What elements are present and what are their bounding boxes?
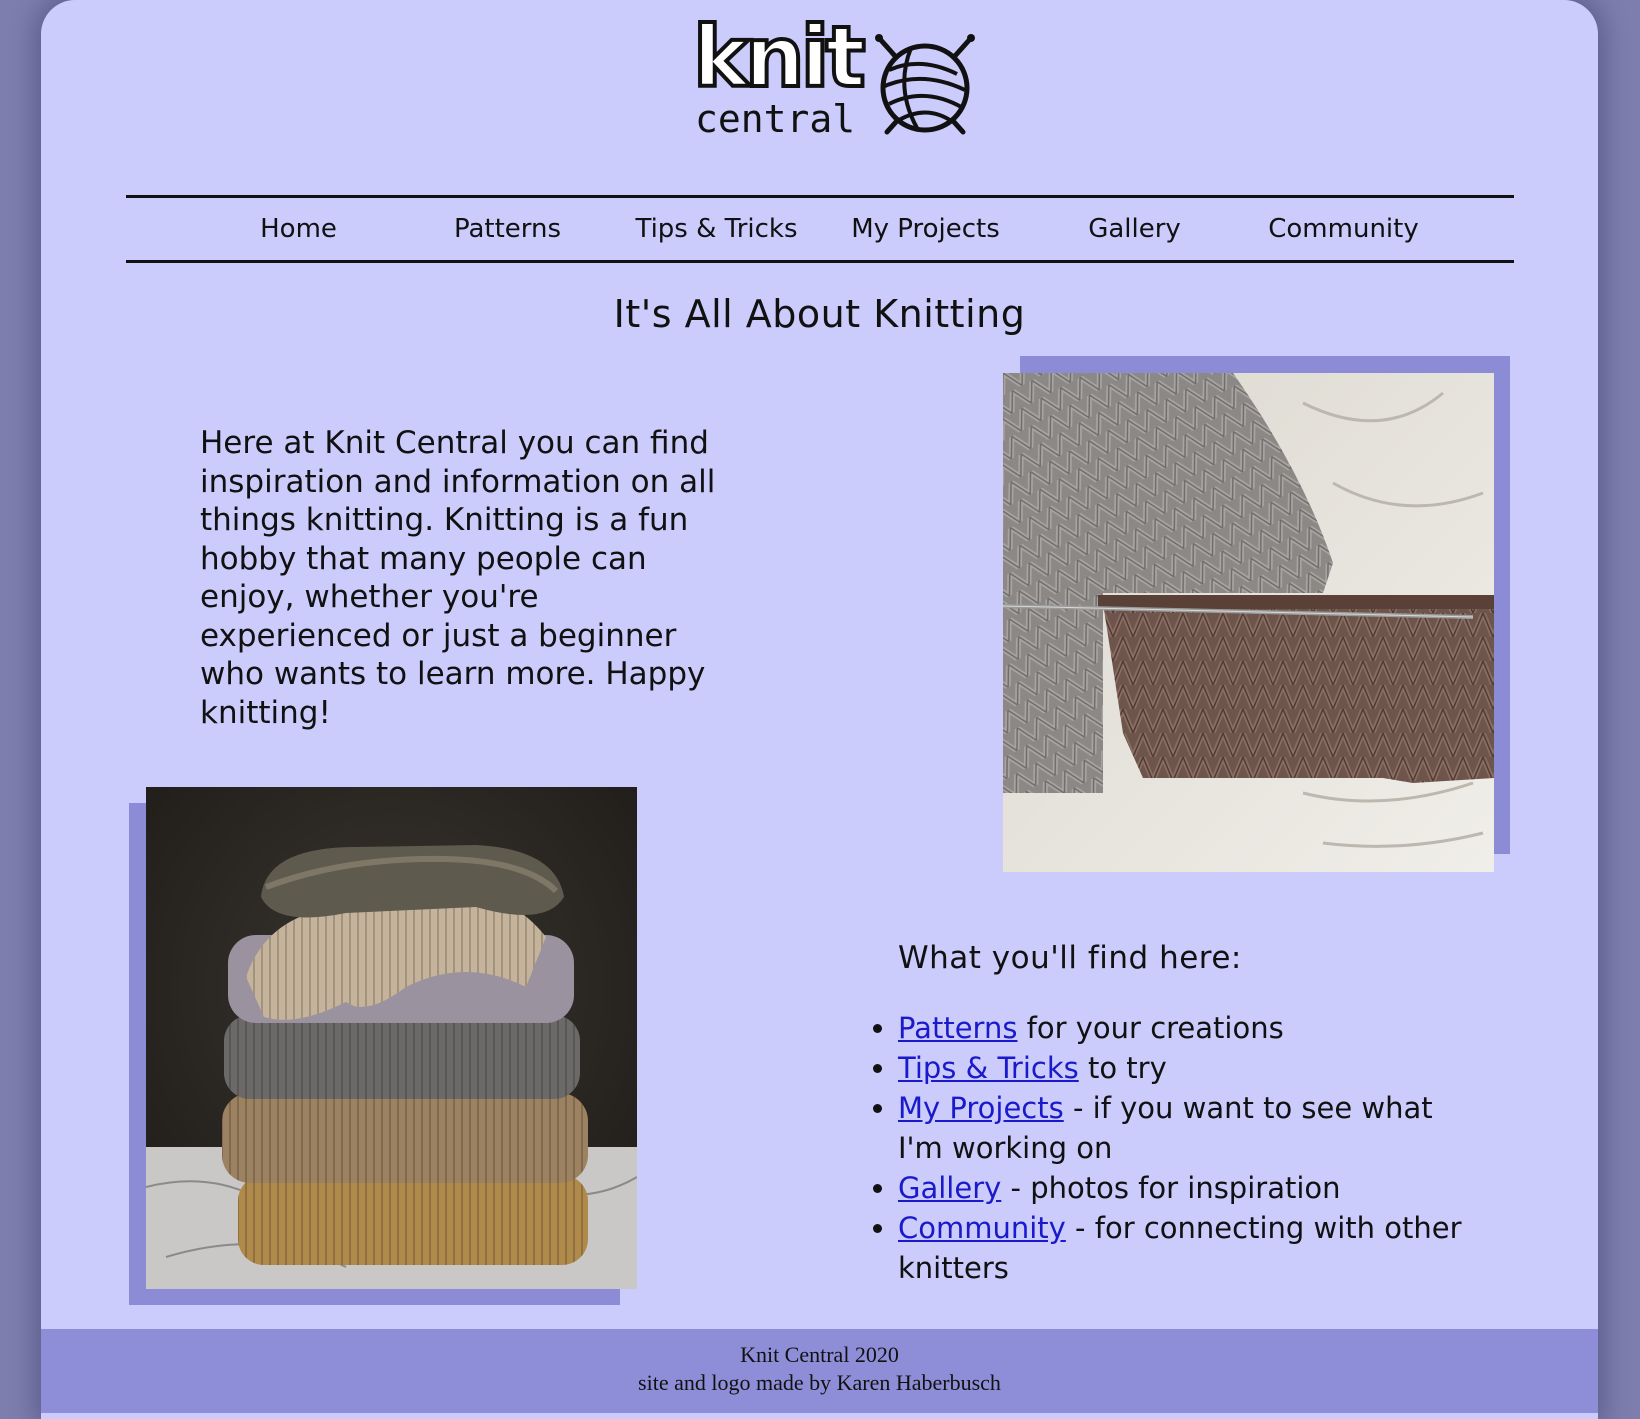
link-my-projects[interactable]: My Projects <box>898 1091 1064 1125</box>
site-logo[interactable]: knit central <box>681 6 1011 148</box>
list-item-text: - photos for inspiration <box>1001 1171 1341 1205</box>
list-item: My Projects - if you want to see what I'… <box>898 1088 1478 1168</box>
page-title: It's All About Knitting <box>613 292 1026 336</box>
footer-credits: site and logo made by Karen Haberbusch <box>638 1370 1001 1395</box>
link-patterns[interactable]: Patterns <box>898 1011 1017 1045</box>
find-here-heading: What you'll find here: <box>898 940 1242 976</box>
yarn-ball-icon <box>875 34 975 135</box>
list-item: Tips & Tricks to try <box>898 1048 1478 1088</box>
link-tips-tricks[interactable]: Tips & Tricks <box>898 1051 1079 1085</box>
nav-item-patterns[interactable]: Patterns <box>403 198 612 260</box>
main-nav: Home Patterns Tips & Tricks My Projects … <box>126 195 1514 263</box>
logo-word-central: central <box>695 97 855 141</box>
nav-item-tips-tricks[interactable]: Tips & Tricks <box>612 198 821 260</box>
sweater-stack-photo <box>146 787 637 1289</box>
nav-item-home[interactable]: Home <box>194 198 403 260</box>
link-community[interactable]: Community <box>898 1211 1066 1245</box>
site-footer: Knit Central 2020 site and logo made by … <box>41 1329 1598 1413</box>
footer-copyright: Knit Central 2020 <box>740 1342 899 1367</box>
intro-paragraph: Here at Knit Central you can find inspir… <box>200 425 716 731</box>
list-item: Patterns for your creations <box>898 1008 1478 1048</box>
list-item-text: to try <box>1078 1051 1167 1085</box>
link-gallery[interactable]: Gallery <box>898 1171 1001 1205</box>
knitting-swatch-photo <box>1003 373 1494 872</box>
nav-list: Home Patterns Tips & Tricks My Projects … <box>194 198 1448 260</box>
nav-item-my-projects[interactable]: My Projects <box>821 198 1030 260</box>
nav-item-gallery[interactable]: Gallery <box>1030 198 1239 260</box>
list-item-text: for your creations <box>1017 1011 1284 1045</box>
nav-item-community[interactable]: Community <box>1239 198 1448 260</box>
logo-word-knit: knit <box>693 8 864 106</box>
list-item: Gallery - photos for inspiration <box>898 1168 1478 1208</box>
page-bottom-strip <box>41 1413 1598 1419</box>
logo-graphic: knit central <box>691 6 975 141</box>
list-item: Community - for connecting with other kn… <box>898 1208 1478 1288</box>
page-container: knit central Home Patterns Tips & Tricks… <box>41 0 1598 1419</box>
find-here-list: Patterns for your creations Tips & Trick… <box>898 1008 1478 1288</box>
